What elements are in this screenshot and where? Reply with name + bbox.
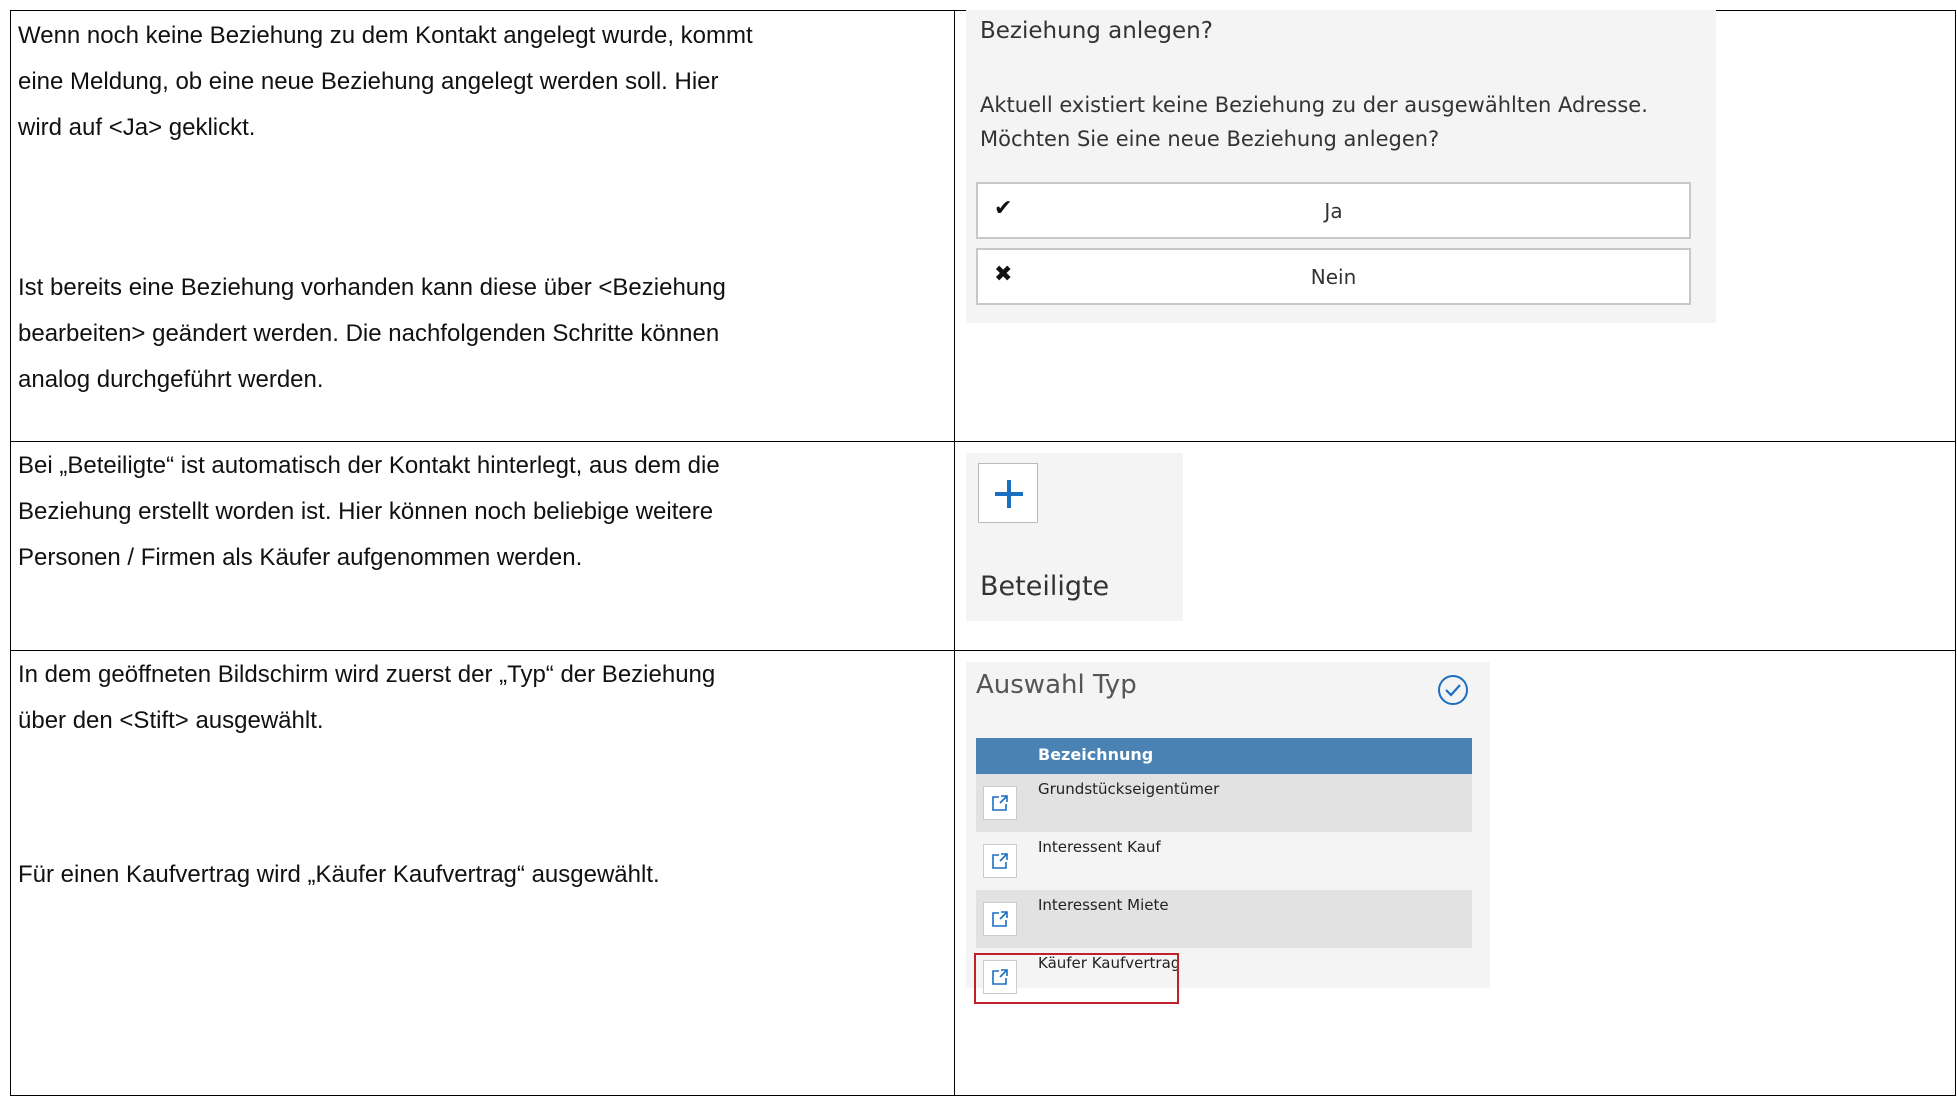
text-line: analog durchgeführt werden. [18,366,324,393]
text-line: Wenn noch keine Beziehung zu dem Kontakt… [18,22,753,49]
text-line: wird auf <Ja> geklickt. [18,114,256,141]
create-relationship-dialog: Beziehung anlegen? Aktuell existiert kei… [966,10,1716,323]
table-row[interactable]: Interessent Kauf [976,832,1472,890]
dialog-title: Beziehung anlegen? [980,18,1213,44]
row-label: Grundstückseigentümer [1038,780,1220,798]
dialog-message-line: Aktuell existiert keine Beziehung zu der… [980,93,1648,117]
table-border-bottom [10,1095,1956,1096]
document-table: Wenn noch keine Beziehung zu dem Kontakt… [10,10,1956,1096]
beteiligte-label: Beteiligte [980,571,1110,602]
panel-title: Auswahl Typ [976,670,1137,700]
beteiligte-widget: Beteiligte [966,453,1183,621]
table-row[interactable]: Grundstückseigentümer [976,774,1472,832]
row-label: Interessent Miete [1038,896,1169,914]
external-link-icon [992,853,1008,869]
text-line: In dem geöffneten Bildschirm wird zuerst… [18,661,716,688]
text-line: Für einen Kaufvertrag wird „Käufer Kaufv… [18,861,660,888]
text-line: bearbeiten> geändert werden. Die nachfol… [18,320,720,347]
no-button-label: Nein [1310,265,1357,289]
dialog-message-line: Möchten Sie eine neue Beziehung anlegen? [980,127,1440,151]
row3-text-b: Für einen Kaufvertrag wird „Käufer Kaufv… [18,852,918,898]
row1-text-b: Ist bereits eine Beziehung vorhanden kan… [18,265,918,403]
text-line: Beziehung erstellt worden ist. Hier könn… [18,498,714,525]
row-label: Interessent Kauf [1038,838,1161,856]
dialog-message: Aktuell existiert keine Beziehung zu der… [980,88,1710,156]
row1-text-a: Wenn noch keine Beziehung zu dem Kontakt… [18,13,918,151]
column-divider [954,10,955,1096]
row-divider-2 [10,650,1956,651]
row3-text-a: In dem geöffneten Bildschirm wird zuerst… [18,652,918,744]
plus-icon [995,480,1023,508]
external-link-icon [992,911,1008,927]
row2-text: Bei „Beteiligte“ ist automatisch der Kon… [18,443,918,581]
circle-check-icon[interactable] [1437,674,1469,706]
row-divider-1 [10,441,1956,442]
external-link-icon [992,795,1008,811]
yes-button[interactable]: ✔ Ja [976,182,1691,239]
table-border-right [1955,10,1956,1096]
text-line: Personen / Firmen als Käufer aufgenommen… [18,544,583,571]
table-row[interactable]: Interessent Miete [976,890,1472,948]
table-border-left [10,10,11,1096]
open-link-button[interactable] [983,844,1017,878]
selection-highlight [974,953,1179,1004]
text-line: über den <Stift> ausgewählt. [18,707,324,734]
column-header-label: Bezeichnung [1038,745,1154,764]
no-button[interactable]: ✖ Nein [976,248,1691,305]
text-line: Ist bereits eine Beziehung vorhanden kan… [18,274,726,301]
open-link-button[interactable] [983,902,1017,936]
add-participant-button[interactable] [978,463,1038,523]
text-line: eine Meldung, ob eine neue Beziehung ang… [18,68,719,95]
yes-button-label: Ja [1324,199,1343,223]
text-line: Bei „Beteiligte“ ist automatisch der Kon… [18,452,720,479]
open-link-button[interactable] [983,786,1017,820]
column-header: Bezeichnung [976,738,1472,774]
type-selection-panel: Auswahl Typ Bezeichnung Grundstückseigen… [966,662,1490,1004]
